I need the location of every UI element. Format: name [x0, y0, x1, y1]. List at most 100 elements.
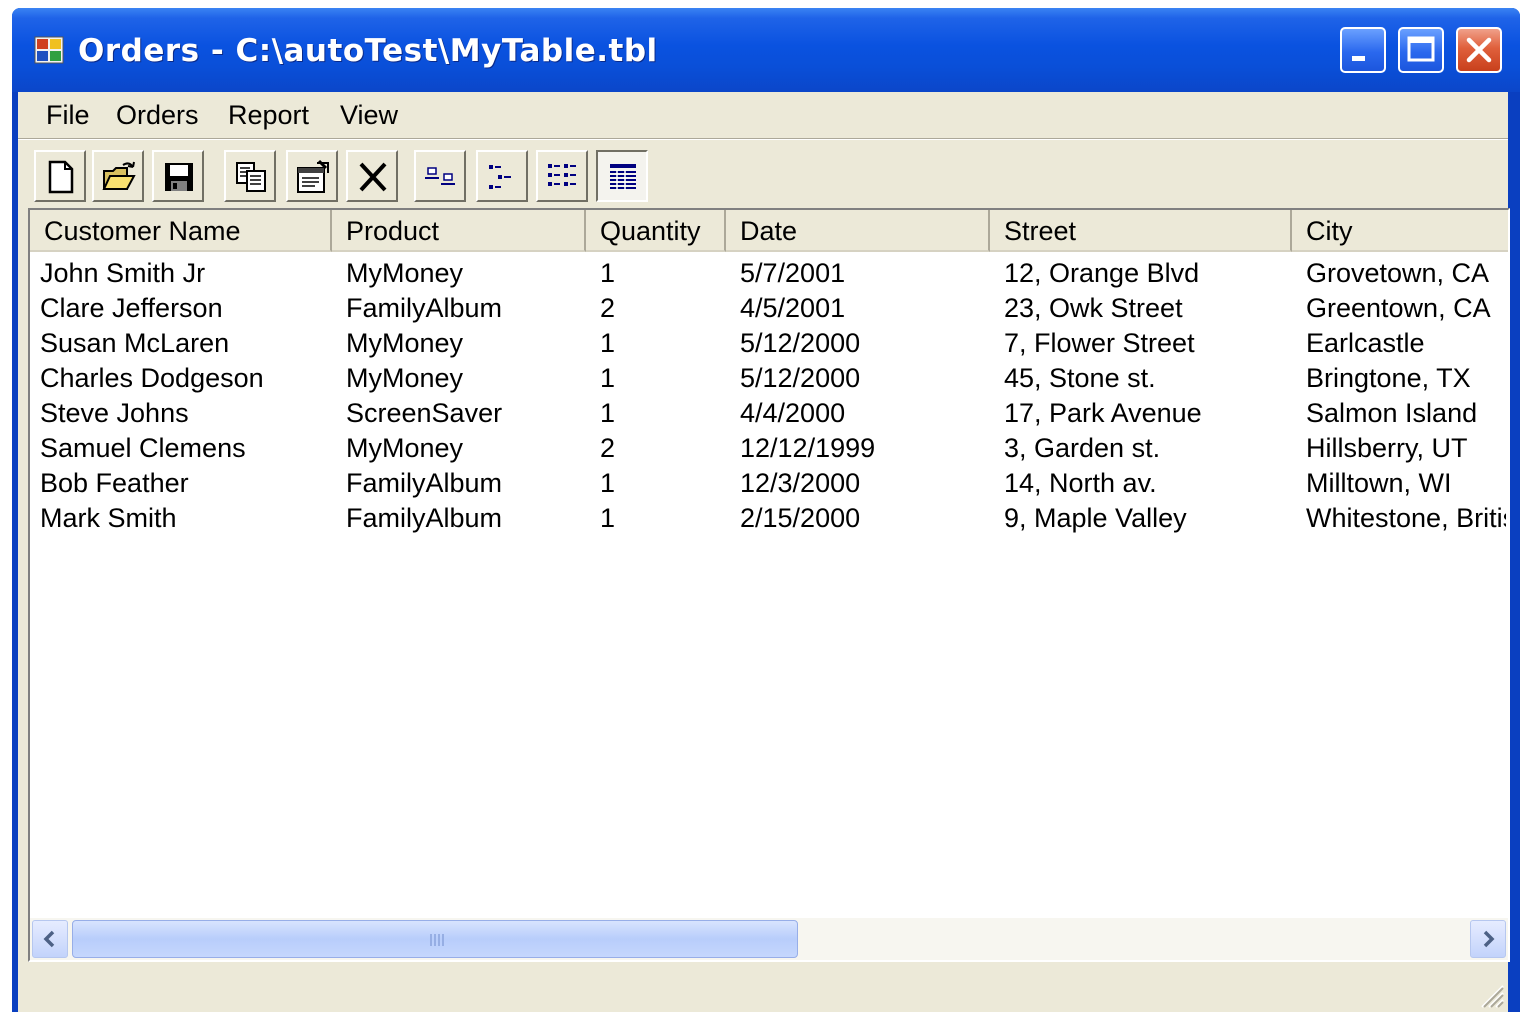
cell-product: ScreenSaver [346, 398, 503, 428]
view-details-button[interactable] [596, 150, 648, 202]
cell-product: FamilyAlbum [346, 293, 503, 323]
scrollbar-thumb[interactable] [72, 920, 798, 958]
scroll-left-button[interactable] [32, 920, 68, 958]
menu-report[interactable]: Report [226, 100, 311, 131]
column-header-street[interactable]: Street [990, 210, 1292, 252]
title-bar[interactable]: Orders - C:\autoTest\MyTable.tbl [12, 8, 1520, 92]
minimize-button[interactable] [1340, 27, 1386, 73]
table-rows: John Smith Jr MyMoney 1 5/7/2001 12, Ora… [30, 258, 1508, 538]
cell-date: 12/3/2000 [740, 468, 861, 498]
table-row[interactable]: Steve Johns ScreenSaver 1 4/4/2000 17, P… [30, 398, 1508, 433]
cell-product: FamilyAlbum [346, 468, 503, 498]
cell-date: 4/5/2001 [740, 293, 846, 323]
chevron-right-icon [1483, 930, 1495, 948]
maximize-icon [1407, 36, 1435, 62]
cell-quantity: 1 [600, 503, 616, 533]
view-large-icons-icon [425, 167, 455, 185]
close-button[interactable] [1456, 27, 1502, 73]
grip-icon [430, 934, 444, 946]
orders-window: Orders - C:\autoTest\MyTable.tbl File Or… [12, 8, 1520, 1012]
cell-street: 17, Park Avenue [1004, 398, 1202, 428]
horizontal-scrollbar[interactable] [30, 918, 1508, 960]
column-header-customer-name[interactable]: Customer Name [30, 210, 332, 252]
cell-customer-name: Steve Johns [40, 398, 189, 428]
cell-street: 7, Flower Street [1004, 328, 1195, 358]
column-header-product[interactable]: Product [332, 210, 586, 252]
cell-city: Grovetown, CA [1306, 258, 1490, 288]
cell-customer-name: John Smith Jr [40, 258, 206, 288]
maximize-button[interactable] [1398, 27, 1444, 73]
cell-product: MyMoney [346, 328, 464, 358]
cell-city: Bringtone, TX [1306, 363, 1471, 393]
cell-date: 4/4/2000 [740, 398, 846, 428]
table-row[interactable]: Susan McLaren MyMoney 1 5/12/2000 7, Flo… [30, 328, 1508, 363]
cell-city: Earlcastle [1306, 328, 1425, 358]
table-row[interactable]: Bob Feather FamilyAlbum 1 12/3/2000 14, … [30, 468, 1508, 503]
view-small-icons-button[interactable] [476, 150, 528, 202]
scroll-right-button[interactable] [1470, 920, 1506, 958]
copy-button[interactable] [224, 150, 276, 202]
table-row[interactable]: Clare Jefferson FamilyAlbum 2 4/5/2001 2… [30, 293, 1508, 328]
window-title: Orders - C:\autoTest\MyTable.tbl [78, 33, 658, 69]
table-row[interactable]: John Smith Jr MyMoney 1 5/7/2001 12, Ora… [30, 258, 1508, 293]
column-header-quantity[interactable]: Quantity [586, 210, 726, 252]
view-list-button[interactable] [536, 150, 588, 202]
cell-quantity: 2 [600, 293, 616, 323]
delete-x-icon [359, 162, 387, 192]
save-button[interactable] [152, 150, 204, 202]
view-details-icon [610, 164, 636, 190]
cell-customer-name: Susan McLaren [40, 328, 230, 358]
menu-view[interactable]: View [338, 100, 400, 131]
cell-street: 23, Owk Street [1004, 293, 1183, 323]
table-row[interactable]: Samuel Clemens MyMoney 2 12/12/1999 3, G… [30, 433, 1508, 468]
new-document-icon [48, 160, 74, 194]
properties-button[interactable] [286, 150, 338, 202]
cell-street: 12, Orange Blvd [1004, 258, 1200, 288]
cell-customer-name: Bob Feather [40, 468, 189, 498]
table-row[interactable]: Charles Dodgeson MyMoney 1 5/12/2000 45,… [30, 363, 1508, 398]
cell-product: MyMoney [346, 433, 464, 463]
cell-quantity: 1 [600, 398, 616, 428]
delete-button[interactable] [346, 150, 398, 202]
cell-product: MyMoney [346, 258, 464, 288]
new-button[interactable] [34, 150, 86, 202]
cell-product: FamilyAlbum [346, 503, 503, 533]
status-bar [18, 970, 1508, 1012]
cell-quantity: 1 [600, 258, 616, 288]
menu-file[interactable]: File [44, 100, 92, 131]
app-icon [34, 36, 64, 64]
cell-city: Hillsberry, UT [1306, 433, 1468, 463]
orders-list-view[interactable]: Customer Name Product Quantity Date Stre… [28, 208, 1510, 962]
cell-date: 2/15/2000 [740, 503, 861, 533]
resize-grip-icon[interactable] [1476, 980, 1504, 1008]
cell-customer-name: Samuel Clemens [40, 433, 246, 463]
cell-date: 12/12/1999 [740, 433, 876, 463]
cell-quantity: 1 [600, 363, 616, 393]
client-area: File Orders Report View Customer Name Pr… [18, 92, 1510, 1012]
menu-toolbar-divider [18, 138, 1508, 140]
cell-quantity: 1 [600, 328, 616, 358]
close-icon [1466, 37, 1492, 63]
menu-orders[interactable]: Orders [114, 100, 201, 131]
cell-product: MyMoney [346, 363, 464, 393]
cell-customer-name: Mark Smith [40, 503, 177, 533]
open-folder-icon [102, 161, 136, 190]
cell-date: 5/12/2000 [740, 363, 861, 393]
open-button[interactable] [92, 150, 144, 202]
column-header-date[interactable]: Date [726, 210, 990, 252]
save-disk-icon [165, 163, 193, 191]
view-list-icon [548, 164, 576, 186]
cell-city: Greentown, CA [1306, 293, 1491, 323]
copy-icon [236, 162, 266, 192]
toolbar [18, 144, 1508, 206]
cell-street: 45, Stone st. [1004, 363, 1156, 393]
chevron-left-icon [43, 930, 55, 948]
view-large-icons-button[interactable] [414, 150, 466, 202]
column-header-row: Customer Name Product Quantity Date Stre… [30, 210, 1508, 252]
cell-date: 5/12/2000 [740, 328, 861, 358]
cell-customer-name: Clare Jefferson [40, 293, 223, 323]
properties-icon [297, 159, 329, 193]
table-row[interactable]: Mark Smith FamilyAlbum 1 2/15/2000 9, Ma… [30, 503, 1508, 538]
column-header-city[interactable]: City [1292, 210, 1508, 252]
cell-city: Whitestone, Britis [1306, 503, 1506, 533]
